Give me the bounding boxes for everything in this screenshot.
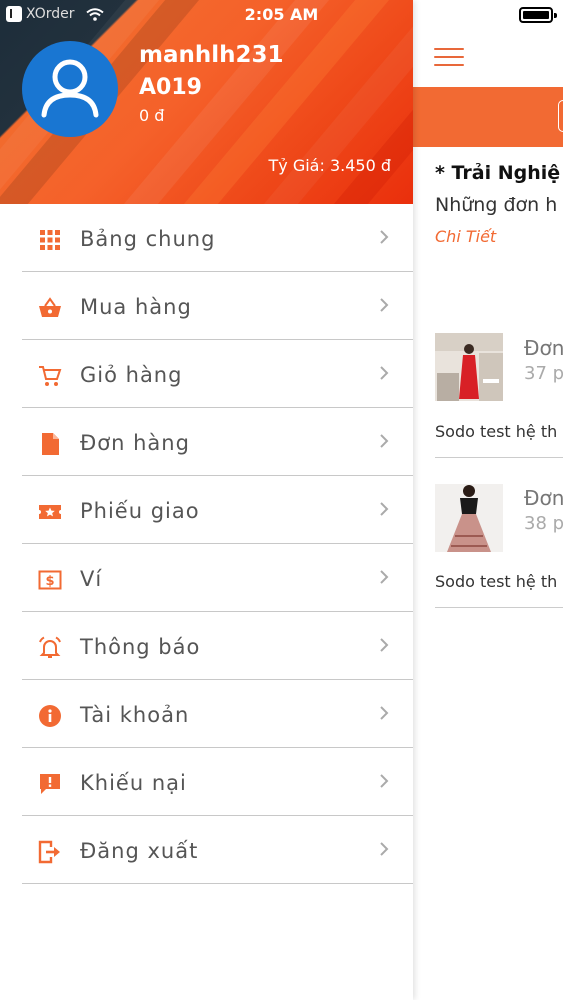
menu-item-logout[interactable]: Đăng xuất: [22, 816, 413, 884]
chevron-right-icon: [380, 842, 389, 856]
svg-text:$: $: [45, 574, 54, 589]
promo-subtitle: Những đơn h: [435, 194, 558, 216]
chevron-right-icon: [380, 298, 389, 312]
menu-item-label: Đơn hàng: [80, 431, 190, 455]
logout-icon: [38, 840, 60, 864]
chevron-right-icon: [380, 230, 389, 244]
ticket-star-icon: [39, 505, 61, 519]
menu-item-label: Phiếu giao: [80, 499, 200, 523]
drawer-menu: Bảng chung Mua hàng Giỏ hàng Đơn hàng Ph…: [22, 204, 413, 884]
order-time: 38 p: [524, 513, 563, 534]
cart-icon: [39, 366, 62, 386]
chevron-right-icon: [380, 638, 389, 652]
hamburger-menu-icon[interactable]: [434, 45, 464, 67]
menu-item-notifications[interactable]: Thông báo: [22, 612, 413, 680]
promo-title: * Trải Nghiệ: [435, 162, 561, 184]
menu-item-label: Tài khoản: [80, 703, 190, 727]
hamburger-line: [434, 56, 464, 58]
product-thumbnail: [435, 333, 503, 401]
chevron-right-icon: [380, 366, 389, 380]
user-code: A019: [139, 75, 202, 100]
menu-item-label: Giỏ hàng: [80, 363, 183, 387]
username: manhlh231: [139, 42, 284, 68]
menu-item-label: Ví: [80, 567, 103, 591]
menu-item-label: Khiếu nại: [80, 771, 187, 795]
menu-item-cart[interactable]: Giỏ hàng: [22, 340, 413, 408]
dollar-bill-icon: $: [38, 570, 62, 590]
avatar[interactable]: [22, 41, 118, 137]
battery-icon: [519, 7, 557, 23]
menu-item-shopping[interactable]: Mua hàng: [22, 272, 413, 340]
menu-item-label: Thông báo: [80, 635, 201, 659]
divider: [435, 607, 563, 608]
chevron-right-icon: [380, 706, 389, 720]
order-description: Sodo test hệ th: [435, 422, 558, 441]
menu-item-wallet[interactable]: $ Ví: [22, 544, 413, 612]
report-icon: [40, 774, 60, 794]
main-toolbar: [413, 87, 563, 147]
document-icon: [42, 433, 59, 455]
basket-icon: [39, 297, 61, 317]
chevron-right-icon: [380, 434, 389, 448]
menu-item-account[interactable]: Tài khoản: [22, 680, 413, 748]
grid-icon: [40, 230, 60, 250]
product-thumbnail: [435, 484, 503, 552]
status-bar-time: 2:05 AM: [244, 5, 319, 24]
chevron-right-icon: [380, 570, 389, 584]
chevron-right-icon: [380, 502, 389, 516]
order-title: Đơn: [524, 486, 563, 510]
menu-item-dashboard[interactable]: Bảng chung: [22, 204, 413, 272]
menu-item-label: Bảng chung: [80, 227, 216, 251]
menu-item-label: Mua hàng: [80, 295, 192, 319]
exchange-rate: Tỷ Giá: 3.450 đ: [268, 156, 392, 175]
menu-item-orders[interactable]: Đơn hàng: [22, 408, 413, 476]
order-title: Đơn: [524, 336, 563, 360]
promo-detail-link[interactable]: Chi Tiết: [435, 227, 496, 246]
hamburger-line: [434, 64, 464, 66]
divider: [435, 457, 563, 458]
drawer-header: XOrder 2:05 AM manhlh231 A019 0 đ Tỷ Giá…: [0, 0, 413, 204]
navigation-drawer: XOrder 2:05 AM manhlh231 A019 0 đ Tỷ Giá…: [0, 0, 413, 1000]
menu-item-complaints[interactable]: Khiếu nại: [22, 748, 413, 816]
balance: 0 đ: [139, 106, 165, 125]
main-screen: * Trải Nghiệ Những đơn h Chi Tiết Đơn 37…: [413, 0, 563, 1000]
order-time: 37 p: [524, 363, 563, 384]
user-icon: [41, 59, 99, 118]
toolbar-button[interactable]: [558, 100, 563, 132]
chevron-right-icon: [380, 774, 389, 788]
hamburger-line: [434, 48, 464, 50]
menu-item-label: Đăng xuất: [80, 839, 199, 863]
menu-item-delivery-note[interactable]: Phiếu giao: [22, 476, 413, 544]
order-description: Sodo test hệ th: [435, 572, 558, 591]
info-icon: [39, 705, 61, 727]
alarm-bell-icon: [39, 636, 61, 658]
